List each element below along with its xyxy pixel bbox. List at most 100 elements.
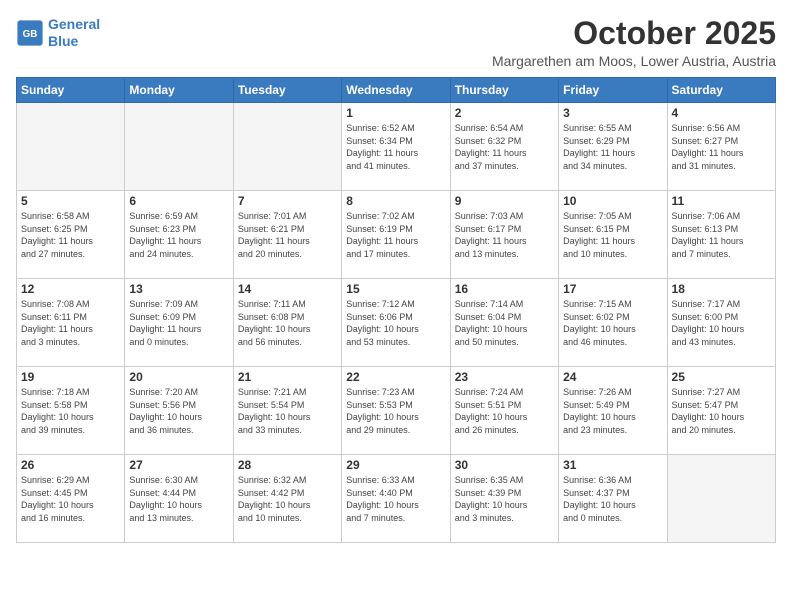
calendar-cell [17, 103, 125, 191]
calendar-cell: 10 Sunrise: 7:05 AM Sunset: 6:15 PM Dayli… [559, 191, 667, 279]
day-number: 11 [672, 194, 771, 208]
day-number: 5 [21, 194, 120, 208]
day-number: 20 [129, 370, 228, 384]
day-number: 25 [672, 370, 771, 384]
day-info: Sunrise: 6:59 AM Sunset: 6:23 PM Dayligh… [129, 210, 228, 260]
header-thursday: Thursday [450, 78, 558, 103]
day-number: 6 [129, 194, 228, 208]
calendar-cell: 6 Sunrise: 6:59 AM Sunset: 6:23 PM Daylig… [125, 191, 233, 279]
calendar-cell: 19Sunrise: 7:18 AM Sunset: 5:58 PM Dayli… [17, 367, 125, 455]
calendar-cell: 16Sunrise: 7:14 AM Sunset: 6:04 PM Dayli… [450, 279, 558, 367]
day-info: Sunrise: 7:12 AM Sunset: 6:06 PM Dayligh… [346, 298, 445, 348]
calendar: SundayMondayTuesdayWednesdayThursdayFrid… [16, 77, 776, 543]
day-number: 18 [672, 282, 771, 296]
day-number: 7 [238, 194, 337, 208]
day-info: Sunrise: 7:23 AM Sunset: 5:53 PM Dayligh… [346, 386, 445, 436]
calendar-week-2: 5 Sunrise: 6:58 AM Sunset: 6:25 PM Daylig… [17, 191, 776, 279]
calendar-week-4: 19Sunrise: 7:18 AM Sunset: 5:58 PM Dayli… [17, 367, 776, 455]
day-info: Sunrise: 6:35 AM Sunset: 4:39 PM Dayligh… [455, 474, 554, 524]
day-info: Sunrise: 7:24 AM Sunset: 5:51 PM Dayligh… [455, 386, 554, 436]
calendar-cell: 29 Sunrise: 6:33 AM Sunset: 4:40 PM Dayli… [342, 455, 450, 543]
calendar-cell: 28Sunrise: 6:32 AM Sunset: 4:42 PM Dayli… [233, 455, 341, 543]
calendar-cell: 14Sunrise: 7:11 AM Sunset: 6:08 PM Dayli… [233, 279, 341, 367]
header-tuesday: Tuesday [233, 78, 341, 103]
calendar-cell: 21 Sunrise: 7:21 AM Sunset: 5:54 PM Dayli… [233, 367, 341, 455]
calendar-cell [125, 103, 233, 191]
day-info: Sunrise: 6:55 AM Sunset: 6:29 PM Dayligh… [563, 122, 662, 172]
day-number: 17 [563, 282, 662, 296]
title-block: October 2025 Margarethen am Moos, Lower … [492, 16, 776, 69]
day-info: Sunrise: 7:09 AM Sunset: 6:09 PM Dayligh… [129, 298, 228, 348]
calendar-cell: 20 Sunrise: 7:20 AM Sunset: 5:56 PM Dayli… [125, 367, 233, 455]
calendar-cell: 5 Sunrise: 6:58 AM Sunset: 6:25 PM Daylig… [17, 191, 125, 279]
day-info: Sunrise: 7:21 AM Sunset: 5:54 PM Dayligh… [238, 386, 337, 436]
day-number: 10 [563, 194, 662, 208]
calendar-cell [667, 455, 775, 543]
header-friday: Friday [559, 78, 667, 103]
calendar-cell: 8Sunrise: 7:02 AM Sunset: 6:19 PM Daylig… [342, 191, 450, 279]
day-number: 30 [455, 458, 554, 472]
calendar-week-1: 1 Sunrise: 6:52 AM Sunset: 6:34 PM Daylig… [17, 103, 776, 191]
day-number: 19 [21, 370, 120, 384]
calendar-header-row: SundayMondayTuesdayWednesdayThursdayFrid… [17, 78, 776, 103]
calendar-cell: 18 Sunrise: 7:17 AM Sunset: 6:00 PM Dayli… [667, 279, 775, 367]
calendar-cell: 15Sunrise: 7:12 AM Sunset: 6:06 PM Dayli… [342, 279, 450, 367]
day-number: 1 [346, 106, 445, 120]
calendar-cell: 11 Sunrise: 7:06 AM Sunset: 6:13 PM Dayli… [667, 191, 775, 279]
day-info: Sunrise: 7:17 AM Sunset: 6:00 PM Dayligh… [672, 298, 771, 348]
day-number: 2 [455, 106, 554, 120]
month-title: October 2025 [492, 16, 776, 51]
day-info: Sunrise: 6:33 AM Sunset: 4:40 PM Dayligh… [346, 474, 445, 524]
day-number: 27 [129, 458, 228, 472]
calendar-cell: 22 Sunrise: 7:23 AM Sunset: 5:53 PM Dayli… [342, 367, 450, 455]
header-wednesday: Wednesday [342, 78, 450, 103]
calendar-cell: 2 Sunrise: 6:54 AM Sunset: 6:32 PM Daylig… [450, 103, 558, 191]
header-monday: Monday [125, 78, 233, 103]
day-info: Sunrise: 7:20 AM Sunset: 5:56 PM Dayligh… [129, 386, 228, 436]
day-number: 24 [563, 370, 662, 384]
page-header: GB General Blue October 2025 Margarethen… [16, 16, 776, 69]
day-number: 13 [129, 282, 228, 296]
calendar-cell: 13 Sunrise: 7:09 AM Sunset: 6:09 PM Dayli… [125, 279, 233, 367]
day-number: 12 [21, 282, 120, 296]
day-info: Sunrise: 7:03 AM Sunset: 6:17 PM Dayligh… [455, 210, 554, 260]
day-number: 9 [455, 194, 554, 208]
calendar-cell: 4Sunrise: 6:56 AM Sunset: 6:27 PM Daylig… [667, 103, 775, 191]
day-info: Sunrise: 6:58 AM Sunset: 6:25 PM Dayligh… [21, 210, 120, 260]
calendar-cell: 27 Sunrise: 6:30 AM Sunset: 4:44 PM Dayli… [125, 455, 233, 543]
logo: GB General Blue [16, 16, 100, 50]
day-info: Sunrise: 7:08 AM Sunset: 6:11 PM Dayligh… [21, 298, 120, 348]
day-number: 21 [238, 370, 337, 384]
day-info: Sunrise: 7:05 AM Sunset: 6:15 PM Dayligh… [563, 210, 662, 260]
day-number: 31 [563, 458, 662, 472]
calendar-cell: 23 Sunrise: 7:24 AM Sunset: 5:51 PM Dayli… [450, 367, 558, 455]
day-number: 22 [346, 370, 445, 384]
calendar-cell: 25 Sunrise: 7:27 AM Sunset: 5:47 PM Dayli… [667, 367, 775, 455]
calendar-cell: 24 Sunrise: 7:26 AM Sunset: 5:49 PM Dayli… [559, 367, 667, 455]
day-number: 23 [455, 370, 554, 384]
day-info: Sunrise: 7:15 AM Sunset: 6:02 PM Dayligh… [563, 298, 662, 348]
day-info: Sunrise: 6:30 AM Sunset: 4:44 PM Dayligh… [129, 474, 228, 524]
day-info: Sunrise: 6:52 AM Sunset: 6:34 PM Dayligh… [346, 122, 445, 172]
day-info: Sunrise: 7:27 AM Sunset: 5:47 PM Dayligh… [672, 386, 771, 436]
calendar-cell: 31 Sunrise: 6:36 AM Sunset: 4:37 PM Dayli… [559, 455, 667, 543]
day-info: Sunrise: 6:32 AM Sunset: 4:42 PM Dayligh… [238, 474, 337, 524]
day-info: Sunrise: 7:11 AM Sunset: 6:08 PM Dayligh… [238, 298, 337, 348]
day-info: Sunrise: 6:54 AM Sunset: 6:32 PM Dayligh… [455, 122, 554, 172]
day-number: 29 [346, 458, 445, 472]
calendar-cell: 3 Sunrise: 6:55 AM Sunset: 6:29 PM Daylig… [559, 103, 667, 191]
day-info: Sunrise: 7:26 AM Sunset: 5:49 PM Dayligh… [563, 386, 662, 436]
logo-text: General Blue [48, 16, 100, 50]
day-info: Sunrise: 7:06 AM Sunset: 6:13 PM Dayligh… [672, 210, 771, 260]
calendar-cell: 26Sunrise: 6:29 AM Sunset: 4:45 PM Dayli… [17, 455, 125, 543]
calendar-cell: 17 Sunrise: 7:15 AM Sunset: 6:02 PM Dayli… [559, 279, 667, 367]
location-title: Margarethen am Moos, Lower Austria, Aust… [492, 53, 776, 69]
logo-icon: GB [16, 19, 44, 47]
day-number: 3 [563, 106, 662, 120]
calendar-cell: 9 Sunrise: 7:03 AM Sunset: 6:17 PM Daylig… [450, 191, 558, 279]
day-number: 4 [672, 106, 771, 120]
day-info: Sunrise: 7:02 AM Sunset: 6:19 PM Dayligh… [346, 210, 445, 260]
svg-text:GB: GB [23, 29, 38, 40]
day-info: Sunrise: 6:36 AM Sunset: 4:37 PM Dayligh… [563, 474, 662, 524]
day-number: 16 [455, 282, 554, 296]
